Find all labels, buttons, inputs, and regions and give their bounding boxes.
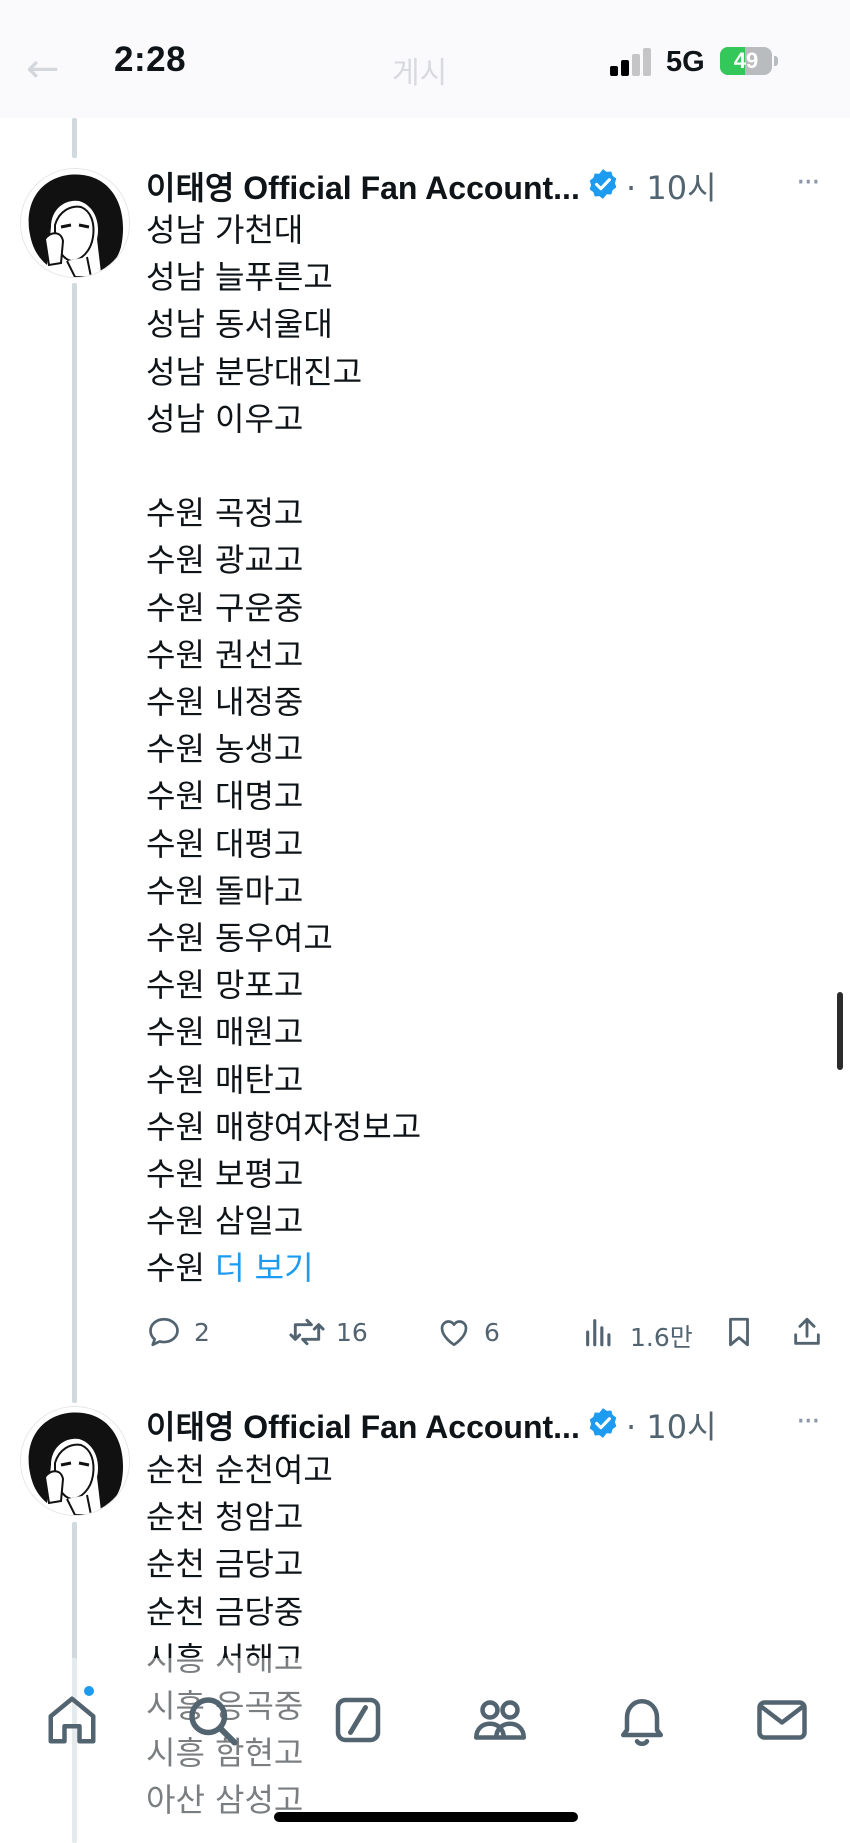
tab-home[interactable]: [42, 1690, 102, 1750]
verified-badge-icon: [589, 1408, 617, 1438]
header-title: 게시: [392, 56, 448, 91]
battery-nub: [774, 56, 778, 66]
home-indicator: [274, 1812, 578, 1822]
retweet-count: 16: [336, 1318, 368, 1347]
show-more-link[interactable]: 더 보기: [215, 1249, 314, 1287]
like-icon: [440, 1320, 468, 1347]
reply-button[interactable]: 2: [146, 1310, 226, 1354]
share-button[interactable]: [790, 1310, 830, 1354]
home-icon: [48, 1696, 96, 1744]
status-time: 2:28: [114, 40, 187, 79]
communities-icon: [474, 1700, 526, 1740]
author-name[interactable]: 이태영 Official Fan Account...: [146, 163, 580, 209]
tab-compose[interactable]: [328, 1690, 388, 1750]
tab-notifications[interactable]: [612, 1690, 672, 1750]
compose-icon: [335, 1697, 381, 1743]
scroll-indicator[interactable]: [837, 992, 843, 1070]
tweet-actions: 2 16 6 1.6만: [146, 1310, 836, 1354]
reply-icon: [149, 1317, 179, 1347]
network-type: 5G: [666, 46, 705, 78]
author-name[interactable]: 이태영 Official Fan Account...: [146, 1402, 580, 1448]
back-arrow-icon[interactable]: ←: [26, 46, 60, 92]
bookmark-button[interactable]: [722, 1310, 762, 1354]
more-options-icon[interactable]: ···: [796, 1404, 821, 1439]
retweet-icon: [289, 1318, 325, 1346]
verified-badge-icon: [589, 169, 617, 199]
timestamp[interactable]: · 10시: [626, 1402, 717, 1448]
more-options-icon[interactable]: ···: [796, 165, 821, 200]
tweet-header: 이태영 Official Fan Account... · 10시 ···: [146, 163, 836, 207]
timestamp[interactable]: · 10시: [626, 163, 717, 209]
home-notification-dot: [84, 1686, 94, 1696]
battery-level: 49: [733, 48, 759, 73]
bottom-tab-bar: [0, 1670, 850, 1780]
avatar[interactable]: [20, 168, 130, 278]
tab-communities[interactable]: [470, 1690, 530, 1750]
reply-count: 2: [194, 1318, 210, 1347]
tab-messages[interactable]: [752, 1690, 812, 1750]
bookmark-icon: [729, 1317, 749, 1347]
battery-icon: 49: [720, 47, 772, 75]
thread-line: [72, 283, 77, 1403]
avatar[interactable]: [20, 1406, 130, 1516]
tweet-header: 이태영 Official Fan Account... · 10시 ···: [146, 1402, 836, 1446]
views-icon: [586, 1319, 611, 1347]
tweet-body: 성남 가천대 성남 늘푸른고 성남 동서울대 성남 분당대진고 성남 이우고 수…: [146, 211, 422, 1288]
like-count: 6: [484, 1318, 500, 1347]
views-button[interactable]: 1.6만: [582, 1310, 693, 1354]
notifications-icon: [621, 1699, 663, 1747]
thread-line: [72, 118, 77, 158]
retweet-button[interactable]: 16: [288, 1310, 388, 1354]
search-icon: [189, 1697, 238, 1746]
like-button[interactable]: 6: [436, 1310, 516, 1354]
cellular-signal-icon: [610, 48, 654, 76]
tab-search[interactable]: [182, 1690, 242, 1750]
status-bar: ← 게시 2:28 5G 49: [0, 0, 850, 118]
share-icon: [794, 1317, 820, 1345]
views-count: 1.6만: [630, 1323, 693, 1352]
messages-icon: [757, 1700, 807, 1740]
tweet-text[interactable]: 성남 가천대 성남 늘푸른고 성남 동서울대 성남 분당대진고 성남 이우고 수…: [146, 207, 786, 1293]
